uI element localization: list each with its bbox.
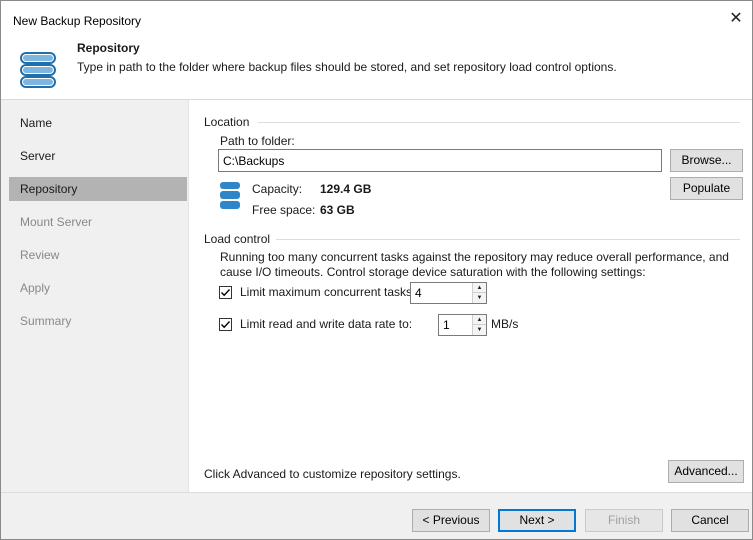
header-title: Repository	[77, 41, 140, 55]
location-group-label: Location	[204, 115, 250, 129]
sidebar-item-repository[interactable]: Repository	[9, 177, 187, 201]
load-control-description-line2: cause I/O timeouts. Control storage devi…	[220, 265, 646, 279]
spin-down-icon[interactable]: ▼	[473, 293, 486, 303]
location-group-divider	[258, 122, 740, 123]
limit-rate-input[interactable]	[439, 315, 471, 335]
wizard-header: Repository Type in path to the folder wh…	[1, 35, 752, 99]
checkmark-icon	[221, 289, 231, 297]
sidebar-item-apply: Apply	[20, 281, 51, 295]
capacity-label: Capacity:	[252, 182, 303, 196]
load-control-group-divider	[276, 239, 740, 240]
load-control-description-line1: Running too many concurrent tasks agains…	[220, 250, 729, 264]
limit-tasks-label: Limit maximum concurrent tasks to:	[240, 285, 429, 299]
limit-tasks-spin-buttons: ▲ ▼	[472, 283, 486, 303]
checkmark-icon	[221, 321, 231, 329]
finish-button: Finish	[585, 509, 663, 532]
capacity-value: 129.4 GB	[320, 182, 372, 196]
browse-button[interactable]: Browse...	[670, 149, 743, 172]
spin-up-icon[interactable]: ▲	[473, 315, 486, 325]
limit-rate-unit: MB/s	[491, 317, 519, 331]
limit-rate-checkbox[interactable]	[219, 318, 232, 331]
limit-rate-label: Limit read and write data rate to:	[240, 317, 413, 331]
spin-up-icon[interactable]: ▲	[473, 283, 486, 293]
close-icon[interactable]: ✕	[726, 9, 746, 29]
wizard-content: Location Path to folder: Browse... Capac…	[190, 100, 752, 492]
wizard-steps-sidebar: Name Server Repository Mount Server Revi…	[1, 100, 189, 492]
wizard-footer: < Previous Next > Finish Cancel	[1, 492, 752, 539]
path-to-folder-input[interactable]	[218, 149, 662, 172]
load-control-group-label: Load control	[204, 232, 271, 246]
database-icon	[20, 52, 56, 88]
sidebar-item-mount-server: Mount Server	[20, 215, 93, 229]
sidebar-item-summary: Summary	[20, 314, 72, 328]
free-space-value: 63 GB	[320, 203, 355, 217]
cancel-button[interactable]: Cancel	[671, 509, 749, 532]
window-title: New Backup Repository	[13, 14, 142, 28]
sidebar-item-name[interactable]: Name	[9, 111, 187, 135]
storage-icon	[220, 182, 240, 209]
limit-tasks-checkbox[interactable]	[219, 286, 232, 299]
limit-rate-stepper[interactable]: ▲ ▼	[438, 314, 487, 336]
advanced-button[interactable]: Advanced...	[668, 460, 744, 483]
advanced-hint: Click Advanced to customize repository s…	[204, 467, 461, 481]
previous-button[interactable]: < Previous	[412, 509, 490, 532]
limit-tasks-stepper[interactable]: ▲ ▼	[410, 282, 487, 304]
sidebar-item-review: Review	[20, 248, 60, 262]
new-backup-repository-dialog: New Backup Repository ✕ Repository Type …	[0, 0, 753, 540]
sidebar-item-server[interactable]: Server	[9, 144, 187, 168]
limit-tasks-input[interactable]	[411, 283, 471, 303]
header-description: Type in path to the folder where backup …	[77, 60, 617, 74]
limit-rate-spin-buttons: ▲ ▼	[472, 315, 486, 335]
path-to-folder-label: Path to folder:	[220, 134, 295, 148]
next-button[interactable]: Next >	[498, 509, 576, 532]
title-bar: New Backup Repository ✕	[1, 1, 752, 35]
populate-button[interactable]: Populate	[670, 177, 743, 200]
spin-down-icon[interactable]: ▼	[473, 325, 486, 335]
free-space-label: Free space:	[252, 203, 316, 217]
